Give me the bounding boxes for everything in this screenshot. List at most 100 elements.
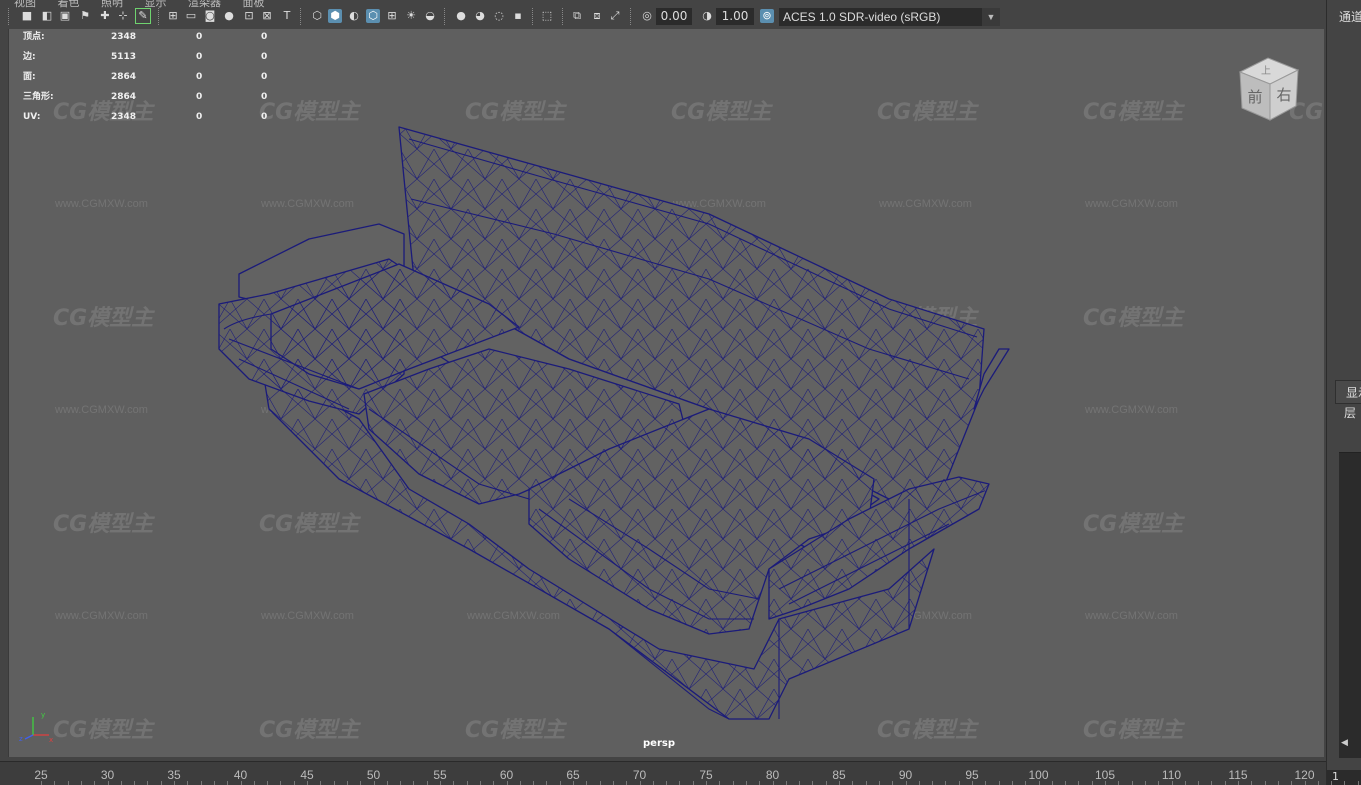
hud-value: 0 xyxy=(196,72,203,82)
time-tick-mark xyxy=(1344,781,1346,785)
time-tick-mark xyxy=(1158,781,1160,785)
2d-pan-zoom-icon[interactable]: ⊹ xyxy=(116,9,130,23)
menu-show[interactable]: 显示 xyxy=(145,0,167,9)
wireframe-on-shaded-icon[interactable]: ⬡ xyxy=(366,9,380,23)
time-tick-mark xyxy=(759,781,761,785)
axis-gizmo-icon: y x z xyxy=(19,711,53,743)
image-plane-icon[interactable]: ✚ xyxy=(98,9,112,23)
time-tick-label: 50 xyxy=(366,768,381,782)
time-tick-mark xyxy=(67,781,69,785)
depth-of-field-icon[interactable]: ▪ xyxy=(511,9,525,23)
time-tick-mark xyxy=(307,781,308,785)
time-tick-mark xyxy=(187,781,189,785)
bookmark-icon[interactable]: ▣ xyxy=(58,9,72,23)
menu-view[interactable]: 视图 xyxy=(14,0,36,9)
time-tick-mark xyxy=(1211,781,1213,785)
time-tick-mark xyxy=(852,781,854,785)
safe-title-icon[interactable]: T xyxy=(280,9,294,23)
time-tick-mark xyxy=(493,781,495,785)
view-cube[interactable]: 上 前 右 xyxy=(1232,54,1304,126)
time-tick-mark xyxy=(120,781,122,785)
time-tick-label: 30 xyxy=(100,768,115,782)
scroll-left-icon[interactable]: ◀ xyxy=(1341,738,1348,748)
layer-menu[interactable]: 层 xyxy=(1344,404,1356,421)
time-tick-label: 105 xyxy=(1094,768,1116,782)
xray-joints-icon[interactable]: ⧈ xyxy=(590,9,604,23)
isolate-select-icon[interactable]: ⬚ xyxy=(540,9,554,23)
time-tick-mark xyxy=(280,781,282,785)
time-tick-mark xyxy=(652,781,654,785)
motion-blur-icon[interactable]: ◕ xyxy=(473,9,487,23)
time-tick-mark xyxy=(1331,781,1333,785)
time-slider[interactable]: 25 30 35 40 45 50 55 60 65 70 75 80 85 90 95 100 105 110 1… xyxy=(0,761,1359,785)
safe-action-icon[interactable]: ⊠ xyxy=(260,9,274,23)
time-tick-label: 85 xyxy=(832,768,846,782)
time-tick-mark xyxy=(320,781,322,785)
wireframe-icon[interactable]: ⬡ xyxy=(310,9,324,23)
time-tick-mark xyxy=(772,781,774,785)
time-tick-mark xyxy=(533,781,535,785)
time-tick-label: 40 xyxy=(233,768,248,782)
shadows-icon[interactable]: ◒ xyxy=(423,9,437,23)
select-camera-icon[interactable]: ■ xyxy=(20,9,34,23)
time-tick-mark xyxy=(785,781,787,785)
xray-icon[interactable]: ⧉ xyxy=(570,9,584,23)
hud-label: 顶点: xyxy=(23,32,45,42)
time-tick-mark xyxy=(506,781,508,785)
bookmark-flag-icon[interactable]: ⚑ xyxy=(78,9,92,23)
3d-viewport[interactable]: CG模型主 CG模型主 CG模型主 CG模型主 CG模型主 CG模型主 CG模型… xyxy=(8,29,1324,757)
chevron-down-icon[interactable]: ▼ xyxy=(982,8,1000,26)
time-tick-mark xyxy=(373,781,375,785)
grid-icon[interactable]: ⊞ xyxy=(166,9,180,23)
gamma-field[interactable]: 1.00 xyxy=(716,8,754,25)
time-tick-mark xyxy=(1078,781,1080,785)
display-tab[interactable]: 显示 xyxy=(1335,380,1361,404)
time-tick-mark xyxy=(134,781,136,785)
color-management-icon[interactable]: ⊚ xyxy=(760,9,774,23)
menu-panels[interactable]: 面板 xyxy=(243,0,265,9)
time-tick-mark xyxy=(1264,781,1266,785)
time-tick-mark xyxy=(1357,781,1359,785)
hud-value: 0 xyxy=(261,72,268,82)
exposure-field[interactable]: 0.00 xyxy=(656,8,692,25)
use-all-lights-icon[interactable]: ☀ xyxy=(404,9,418,23)
screen-space-ao-icon[interactable]: ● xyxy=(454,9,468,23)
anti-aliasing-icon[interactable]: ◌ xyxy=(492,9,506,23)
field-chart-icon[interactable]: ⊡ xyxy=(242,9,256,23)
time-tick-mark xyxy=(413,781,415,785)
default-material-icon[interactable]: ◐ xyxy=(347,9,361,23)
gate-mask-icon[interactable]: ● xyxy=(222,9,236,23)
film-gate-icon[interactable]: ▭ xyxy=(184,9,198,23)
time-tick-mark xyxy=(333,781,335,785)
menu-lighting[interactable]: 照明 xyxy=(101,0,123,9)
hud-value: 2348 xyxy=(111,32,137,42)
sofa-wireframe-model[interactable] xyxy=(9,29,1324,757)
gamma-icon[interactable]: ◑ xyxy=(700,9,714,23)
time-tick-mark xyxy=(626,781,628,785)
xray-active-icon[interactable]: ⤢ xyxy=(608,9,622,23)
menu-shading[interactable]: 着色 xyxy=(58,0,80,9)
channel-box-tab[interactable]: 通道盒 xyxy=(1339,8,1361,25)
resolution-gate-icon[interactable]: ◙ xyxy=(203,9,217,23)
exposure-icon[interactable]: ◎ xyxy=(640,9,654,23)
grease-pencil-icon[interactable]: ✎ xyxy=(135,8,151,24)
view-transform-dropdown[interactable]: ACES 1.0 SDR-video (sRGB) ▼ xyxy=(779,8,1000,26)
time-tick-mark xyxy=(160,781,162,785)
time-tick-mark xyxy=(174,781,175,785)
time-tick-mark xyxy=(918,781,920,785)
layer-list[interactable] xyxy=(1339,452,1361,758)
camera-attributes-icon[interactable]: ◧ xyxy=(40,9,54,23)
time-tick-mark xyxy=(612,781,614,785)
time-tick-label: 65 xyxy=(566,768,580,782)
textured-icon[interactable]: ⊞ xyxy=(385,9,399,23)
time-tick-mark xyxy=(732,781,734,785)
time-tick-label: 45 xyxy=(300,768,314,782)
time-tick-mark xyxy=(839,781,840,785)
time-tick-mark xyxy=(599,781,601,785)
view-cube-right-label: 右 xyxy=(1276,86,1291,104)
time-tick-label: 25 xyxy=(34,768,48,782)
hud-value: 0 xyxy=(261,92,268,102)
time-tick-label: 90 xyxy=(898,768,913,782)
smooth-shade-icon[interactable]: ⬢ xyxy=(328,9,342,23)
menu-renderer[interactable]: 渲染器 xyxy=(188,0,221,9)
